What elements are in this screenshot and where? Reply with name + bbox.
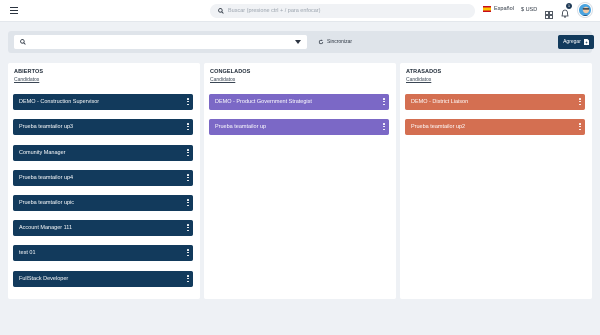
more-options-icon[interactable] — [383, 98, 385, 105]
more-options-icon[interactable] — [187, 98, 189, 105]
filter-bar: Sincronizar Agregar — [8, 31, 594, 53]
job-card-title: DEMO - Construction Supervisor — [19, 99, 100, 105]
column-open: ABIERTOS Candidatos DEMO - Construction … — [8, 63, 200, 299]
filter-search-select[interactable] — [14, 35, 307, 49]
job-card[interactable]: Prueba teamtailor up — [209, 119, 389, 135]
column-frozen: CONGELADOS Candidatos DEMO - Product Gov… — [204, 63, 396, 299]
sync-label: Sincronizar — [327, 39, 353, 45]
language-selector[interactable]: Español — [483, 6, 514, 12]
job-card[interactable]: Account Manager 111 — [13, 220, 193, 236]
job-card[interactable]: test 01 — [13, 245, 193, 261]
job-card[interactable]: DEMO - Construction Supervisor — [13, 94, 193, 110]
job-card-title: DEMO - Product Government Strategist — [215, 99, 312, 105]
search-icon — [20, 39, 26, 45]
job-card-title: Prueba teamtailor up4 — [19, 175, 74, 181]
language-label: Español — [494, 6, 514, 12]
add-label: Agregar — [563, 39, 581, 45]
more-options-icon[interactable] — [579, 123, 581, 130]
top-bar: Español $ USD 1 — [0, 0, 600, 22]
more-options-icon[interactable] — [187, 123, 189, 130]
job-card-title: FullStack Developer — [19, 276, 69, 282]
more-options-icon[interactable] — [383, 123, 385, 130]
job-card-title: Prueba teamtailor up3 — [19, 124, 74, 130]
column-title: ATRASADOS — [406, 69, 442, 75]
job-card[interactable]: Prueba teamtailor up3 — [13, 119, 193, 135]
currency-selector[interactable]: $ USD — [521, 7, 537, 13]
column-late: ATRASADOS Candidatos DEMO - District Lia… — [400, 63, 592, 299]
job-card-title: Comunity Manager — [19, 150, 66, 156]
more-options-icon[interactable] — [187, 275, 189, 282]
apps-grid-icon[interactable] — [545, 6, 553, 24]
sync-icon — [318, 39, 324, 45]
sync-button[interactable]: Sincronizar — [318, 39, 352, 45]
job-card[interactable]: Prueba teamtailor up4 — [13, 170, 193, 186]
job-card-title: Account Manager 111 — [19, 225, 72, 231]
chevron-down-icon — [295, 40, 301, 44]
column-candidates-link[interactable]: Candidatos — [14, 77, 39, 83]
job-card-title: Prueba teamtailor upic — [19, 200, 75, 206]
job-card-title: Prueba teamtailor up — [215, 124, 267, 130]
add-document-icon — [583, 39, 589, 45]
job-card-title: Prueba teamtailor up2 — [411, 124, 466, 130]
menu-icon[interactable] — [10, 7, 18, 14]
notifications-bell-icon[interactable]: 1 — [561, 3, 572, 23]
add-button[interactable]: Agregar — [558, 35, 594, 49]
search-icon — [218, 8, 224, 14]
job-card[interactable]: Comunity Manager — [13, 145, 193, 161]
more-options-icon[interactable] — [187, 224, 189, 231]
more-options-icon[interactable] — [187, 199, 189, 206]
spain-flag-icon — [483, 6, 491, 12]
global-search[interactable] — [210, 4, 475, 18]
column-candidates-link[interactable]: Candidatos — [210, 77, 235, 83]
job-card-title: DEMO - District Liaison — [411, 99, 469, 105]
user-avatar[interactable] — [578, 3, 592, 17]
job-card[interactable]: Prueba teamtailor upic — [13, 195, 193, 211]
global-search-input[interactable] — [228, 8, 448, 14]
column-title: ABIERTOS — [14, 69, 44, 75]
more-options-icon[interactable] — [187, 174, 189, 181]
column-candidates-link[interactable]: Candidatos — [406, 77, 431, 83]
more-options-icon[interactable] — [187, 149, 189, 156]
job-card[interactable]: DEMO - District Liaison — [405, 94, 585, 110]
job-card[interactable]: Prueba teamtailor up2 — [405, 119, 585, 135]
more-options-icon[interactable] — [579, 98, 581, 105]
job-card-title: test 01 — [19, 250, 36, 256]
notification-badge: 1 — [566, 3, 572, 9]
job-card[interactable]: FullStack Developer — [13, 271, 193, 287]
job-card[interactable]: DEMO - Product Government Strategist — [209, 94, 389, 110]
page-footer-space — [0, 305, 600, 335]
column-title: CONGELADOS — [210, 69, 251, 75]
more-options-icon[interactable] — [187, 249, 189, 256]
